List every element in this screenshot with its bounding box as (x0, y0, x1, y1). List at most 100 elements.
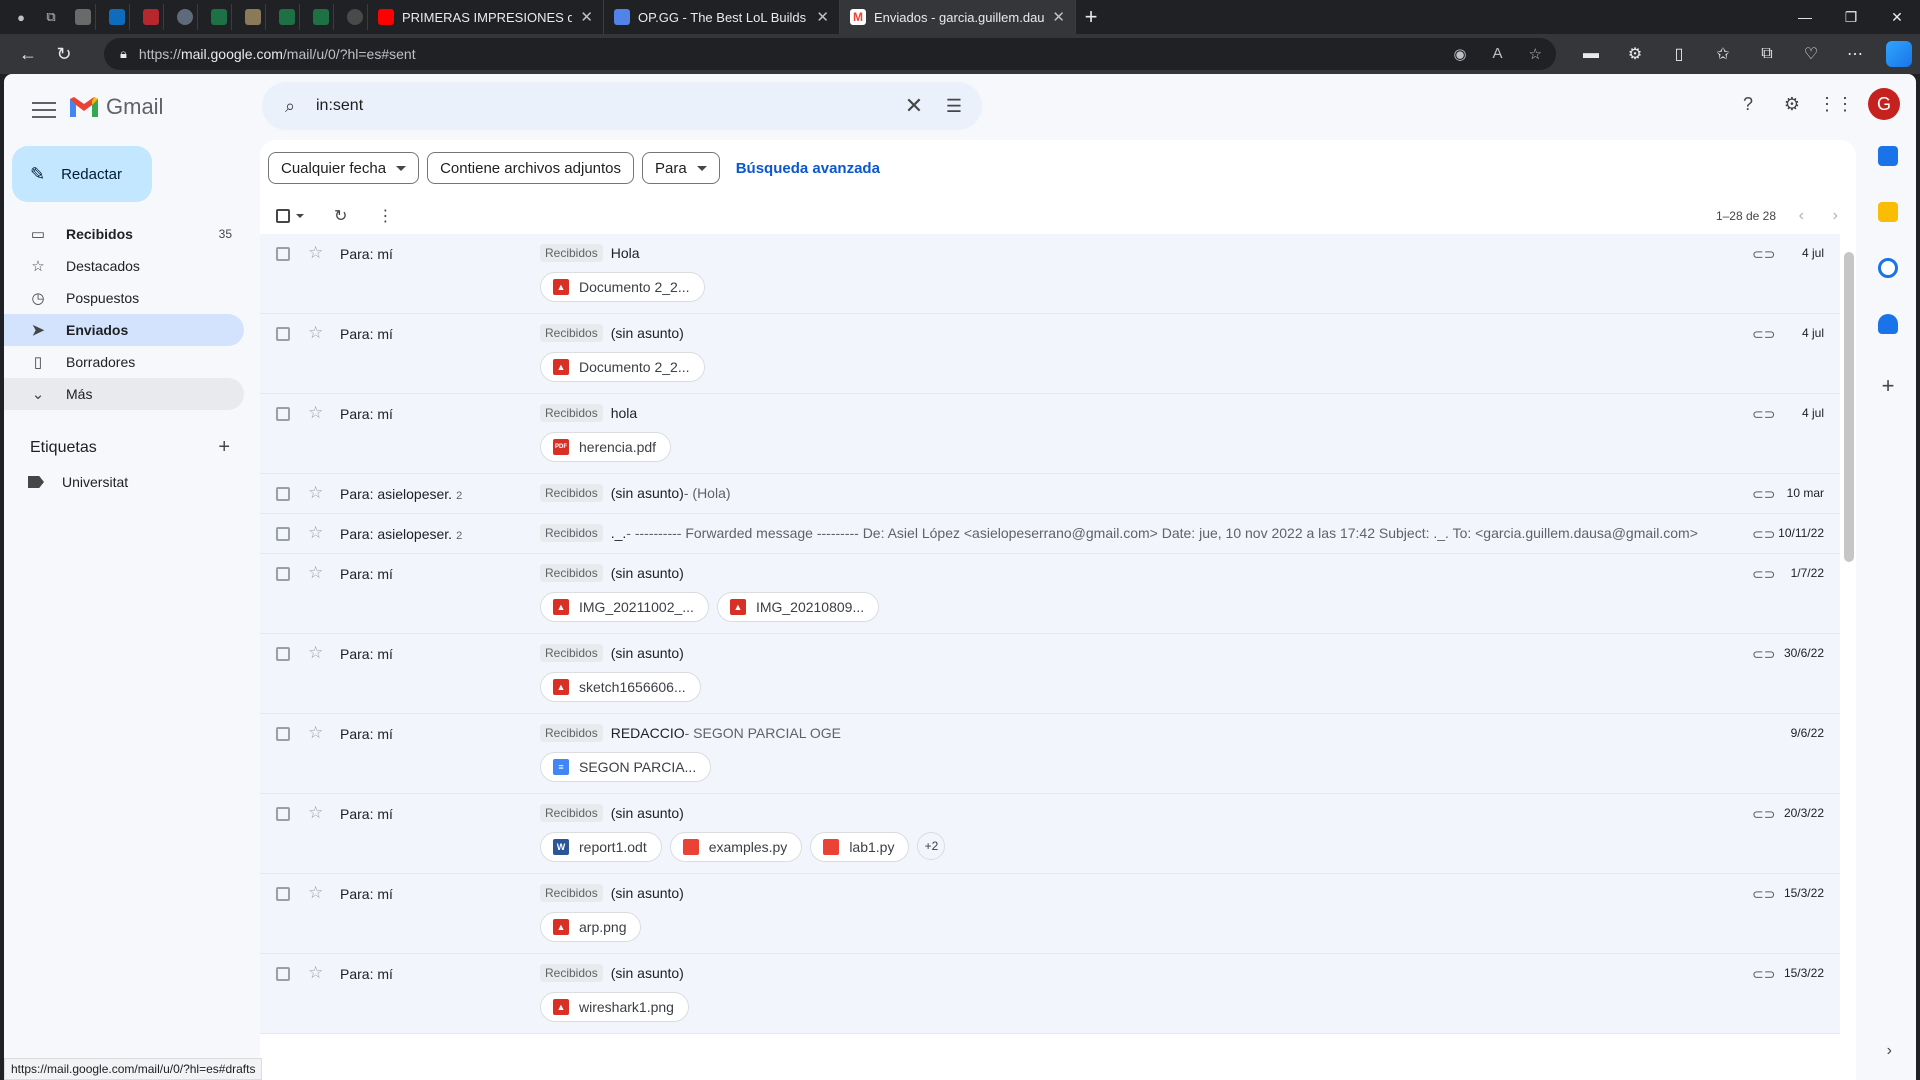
filter-attachments[interactable]: Contiene archivos adjuntos (427, 152, 635, 184)
email-row[interactable]: ☆ Para: asielopeser. 2 Recibidos ._. - -----… (260, 514, 1840, 554)
pinned-tab[interactable] (172, 4, 198, 30)
label-badge[interactable]: Recibidos (540, 244, 603, 262)
row-checkbox[interactable] (276, 247, 290, 261)
refresh-icon[interactable]: ↻ (334, 206, 347, 226)
filter-to[interactable]: Para (642, 152, 720, 184)
row-checkbox[interactable] (276, 887, 290, 901)
search-input[interactable]: in:sent (316, 97, 894, 115)
reload-icon[interactable]: ↻ (46, 36, 82, 72)
calendar-icon[interactable] (1878, 146, 1898, 166)
star-icon[interactable]: ☆ (308, 323, 323, 343)
star-icon[interactable]: ☆ (308, 883, 323, 903)
tracking-icon[interactable]: ◉ (1453, 45, 1466, 63)
label-badge[interactable]: Recibidos (540, 964, 603, 982)
split-screen-icon[interactable]: ▯ (1666, 44, 1692, 64)
pinned-tab[interactable] (308, 4, 334, 30)
close-icon[interactable]: ✕ (816, 8, 829, 26)
keep-icon[interactable] (1878, 202, 1898, 222)
attachment-chip[interactable]: examples.py (669, 832, 803, 862)
apps-grid-icon[interactable]: ⋮⋮ (1818, 92, 1854, 116)
attachment-chip[interactable]: ≡ SEGON PARCIA... (540, 752, 712, 782)
email-row[interactable]: ☆ Para: mí Recibidos hola ⊂⊃ 4 jul PDF herencia… (260, 394, 1840, 474)
clear-search-icon[interactable]: ✕ (894, 93, 934, 119)
minimize-icon[interactable]: — (1782, 0, 1828, 34)
sidebar-item-more[interactable]: ⌄ Más (4, 378, 244, 410)
restore-icon[interactable]: ❐ (1828, 0, 1874, 34)
email-row[interactable]: ☆ Para: mí Recibidos (sin asunto) ⊂⊃ 30/6/22 ▲… (260, 634, 1840, 714)
copilot-icon[interactable] (1886, 41, 1912, 67)
back-icon[interactable]: ← (10, 36, 46, 72)
filter-date[interactable]: Cualquier fecha (268, 152, 420, 184)
select-all-checkbox[interactable] (276, 209, 290, 223)
main-menu-icon[interactable] (28, 94, 60, 126)
tasks-icon[interactable] (1878, 258, 1898, 278)
more-attachments-chip[interactable]: +2 (917, 832, 946, 860)
next-page-icon[interactable]: › (1833, 207, 1838, 225)
row-checkbox[interactable] (276, 727, 290, 741)
attachment-chip[interactable]: ▲ Documento 2_2... (540, 272, 705, 302)
row-checkbox[interactable] (276, 567, 290, 581)
search-options-icon[interactable]: ☰ (934, 96, 974, 117)
pinned-tab[interactable] (240, 4, 266, 30)
scrollbar[interactable] (1844, 252, 1854, 562)
more-vert-icon[interactable]: ⋮ (377, 206, 393, 226)
lock-icon[interactable]: 🔒︎ (120, 46, 127, 62)
sidebar-item-sent[interactable]: ➤ Enviados (4, 314, 244, 346)
add-label-button[interactable]: + (218, 436, 230, 459)
close-icon[interactable]: ✕ (1052, 8, 1065, 26)
row-checkbox[interactable] (276, 807, 290, 821)
star-icon[interactable]: ☆ (308, 483, 323, 503)
browser-tab-opgg[interactable]: OP.GG - The Best LoL Builds and ✕ (604, 0, 840, 34)
email-row[interactable]: ☆ Para: mí Recibidos REDACCIO - SEGON PARCI… (260, 714, 1840, 794)
star-icon[interactable]: ☆ (308, 803, 323, 823)
attachment-chip[interactable]: ▲ wireshark1.png (540, 992, 689, 1022)
attachment-chip[interactable]: ▲ IMG_20210809... (716, 592, 880, 622)
pinned-tab[interactable] (104, 4, 130, 30)
attachment-chip[interactable]: PDF herencia.pdf (540, 432, 672, 462)
star-icon[interactable]: ☆ (308, 523, 323, 543)
flag-extension-icon[interactable]: ▬ (1578, 45, 1604, 63)
search-icon[interactable]: ⌕ (278, 94, 302, 118)
email-row[interactable]: ☆ Para: mí Recibidos (sin asunto) ⊂⊃ 1/7/22 ▲ I… (260, 554, 1840, 634)
label-badge[interactable]: Recibidos (540, 524, 603, 542)
pinned-tab[interactable] (70, 4, 96, 30)
email-row[interactable]: ☆ Para: asielopeser. 2 Recibidos (sin asunto… (260, 474, 1840, 514)
star-icon[interactable]: ☆ (308, 243, 323, 263)
attachment-chip[interactable]: ▲ IMG_20211002_... (540, 592, 709, 622)
pinned-tab[interactable] (138, 4, 164, 30)
star-icon[interactable]: ☆ (308, 963, 323, 983)
new-tab-button[interactable]: + (1076, 4, 1106, 30)
attachment-chip[interactable]: Wreport1.odt (540, 832, 662, 862)
prev-page-icon[interactable]: ‹ (1799, 207, 1804, 225)
browser-tab-gmail[interactable]: M Enviados - garcia.guillem.dausa@ ✕ (840, 0, 1076, 34)
advanced-search-link[interactable]: Búsqueda avanzada (736, 160, 880, 177)
email-row[interactable]: ☆ Para: mí Recibidos (sin asunto) ⊂⊃ 15/3/22 ▲… (260, 874, 1840, 954)
row-checkbox[interactable] (276, 327, 290, 341)
sidebar-item-snoozed[interactable]: ◷ Pospuestos (4, 282, 244, 314)
label-badge[interactable]: Recibidos (540, 324, 603, 342)
attachment-chip[interactable]: lab1.py (810, 832, 910, 862)
star-icon[interactable]: ☆ (308, 403, 323, 423)
favorite-star-icon[interactable]: ☆ (1529, 45, 1542, 63)
browser-tab-youtube[interactable]: PRIMERAS IMPRESIONES de K ✕ (368, 0, 604, 34)
search-bar[interactable]: ⌕ in:sent ✕ ☰ (262, 82, 982, 130)
address-bar[interactable]: 🔒︎ https://mail.google.com/mail/u/0/?hl=… (104, 38, 1556, 70)
sidebar-item-starred[interactable]: ☆ Destacados (4, 250, 244, 282)
row-checkbox[interactable] (276, 967, 290, 981)
email-row[interactable]: ☆ Para: mí Recibidos Hola ⊂⊃ 4 jul ▲ Documento … (260, 234, 1840, 314)
help-icon[interactable]: ? (1736, 92, 1760, 116)
pinned-tab[interactable] (274, 4, 300, 30)
select-menu-caret[interactable] (296, 214, 304, 218)
row-checkbox[interactable] (276, 647, 290, 661)
star-icon[interactable]: ☆ (308, 723, 323, 743)
favorites-icon[interactable]: ✩ (1710, 44, 1736, 64)
label-badge[interactable]: Recibidos (540, 804, 603, 822)
label-badge[interactable]: Recibidos (540, 484, 603, 502)
read-aloud-icon[interactable]: A (1493, 45, 1503, 63)
row-checkbox[interactable] (276, 527, 290, 541)
gmail-logo[interactable]: Gmail (68, 94, 163, 120)
account-avatar[interactable]: G (1868, 88, 1900, 120)
close-icon[interactable]: ✕ (580, 8, 593, 26)
add-addon-icon[interactable]: + (1878, 375, 1898, 397)
star-icon[interactable]: ☆ (308, 643, 323, 663)
